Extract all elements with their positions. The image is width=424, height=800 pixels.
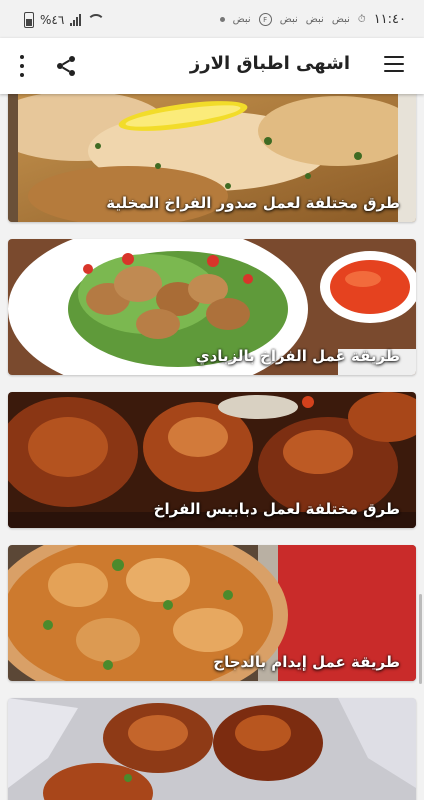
article-card[interactable]: طرق مختلفة لعمل دبابيس الفراخ	[8, 392, 416, 528]
article-title: طريقة عمل الفراخ بالزبادي	[195, 347, 400, 365]
app-bar: اشهى اطباق الارز	[0, 38, 424, 94]
article-title: طرق مختلفة لعمل صدور الفراخ المخلية	[106, 194, 400, 212]
article-card[interactable]: طريقة عمل إيدام بالدجاج	[8, 545, 416, 681]
article-list: طرق مختلفة لعمل صدور الفراخ المخلية طريق…	[0, 94, 424, 800]
notif-label: نبض	[279, 14, 298, 25]
notif-label: نبض	[331, 14, 350, 25]
status-right: نبض F نبض نبض نبض ⏱ ١١:٤٠	[219, 12, 406, 27]
battery-percent: %٤٦	[40, 13, 65, 27]
facebook-icon: F	[258, 13, 272, 26]
app-title: اشهى اطباق الارز	[189, 53, 350, 74]
notif-label: نبض	[232, 14, 251, 25]
share-icon[interactable]	[54, 54, 78, 78]
wifi-icon	[87, 14, 106, 26]
signal-icon	[70, 14, 82, 26]
battery-icon	[24, 12, 34, 28]
article-card[interactable]	[8, 698, 416, 800]
clock: ١١:٤٠	[373, 12, 406, 27]
status-left: %٤٦	[24, 12, 106, 28]
article-title: طرق مختلفة لعمل دبابيس الفراخ	[153, 500, 400, 518]
article-card[interactable]: طريقة عمل الفراخ بالزبادي	[8, 239, 416, 375]
scrollbar[interactable]	[419, 594, 422, 684]
alarm-icon: ⏱	[357, 14, 366, 25]
notification-dot-icon	[219, 17, 225, 22]
hamburger-menu-icon[interactable]	[384, 56, 404, 72]
article-image	[8, 698, 416, 800]
notif-label: نبض	[305, 14, 324, 25]
article-card[interactable]: طرق مختلفة لعمل صدور الفراخ المخلية	[8, 94, 416, 222]
article-title: طريقة عمل إيدام بالدجاج	[213, 653, 400, 671]
status-bar: %٤٦ نبض F نبض نبض نبض ⏱ ١١:٤٠	[0, 0, 424, 38]
more-vertical-icon[interactable]	[16, 55, 28, 77]
